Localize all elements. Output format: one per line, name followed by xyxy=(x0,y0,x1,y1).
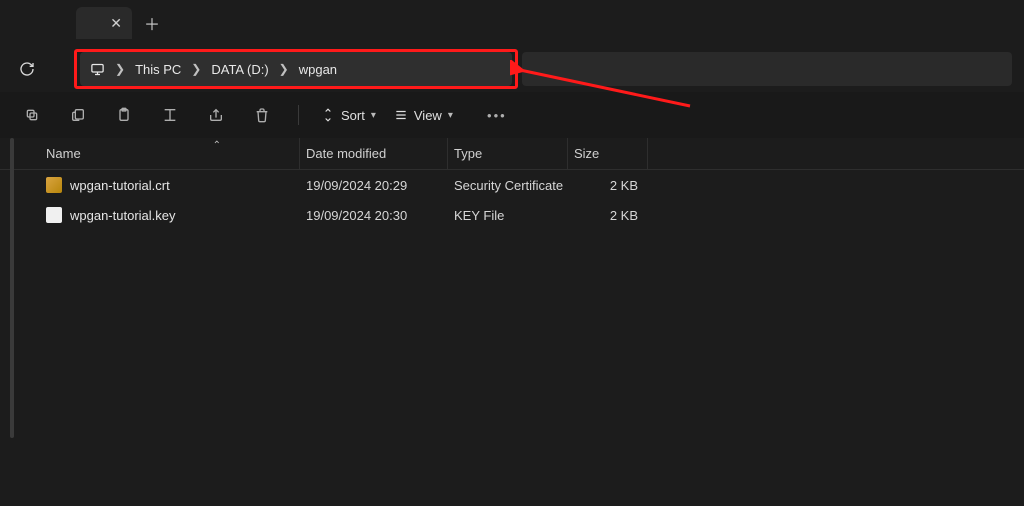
current-tab[interactable]: ✕ xyxy=(76,7,132,39)
file-size: 2 KB xyxy=(568,178,648,193)
share-icon xyxy=(208,107,224,123)
column-headers: Name ⌃ Date modified Type Size xyxy=(0,138,1024,170)
col-date[interactable]: Date modified xyxy=(300,138,448,169)
chevron-right-icon: ❯ xyxy=(191,62,201,76)
file-row[interactable]: wpgan-tutorial.key 19/09/2024 20:30 KEY … xyxy=(40,200,1024,230)
breadcrumb[interactable]: ❯ This PC ❯ DATA (D:) ❯ wpgan xyxy=(80,52,512,86)
close-icon[interactable]: ✕ xyxy=(110,15,122,32)
cut-button[interactable] xyxy=(18,101,46,129)
view-icon xyxy=(394,108,408,122)
file-size: 2 KB xyxy=(568,208,648,223)
sort-caret-icon: ⌃ xyxy=(213,140,221,151)
file-icon xyxy=(46,207,62,223)
col-date-label: Date modified xyxy=(306,146,386,161)
separator xyxy=(298,105,299,125)
breadcrumb-item-drive[interactable]: DATA (D:) xyxy=(211,62,268,77)
refresh-button[interactable] xyxy=(12,54,42,84)
trash-icon xyxy=(254,107,270,123)
file-row[interactable]: wpgan-tutorial.crt 19/09/2024 20:29 Secu… xyxy=(40,170,1024,200)
col-type[interactable]: Type xyxy=(448,138,568,169)
cut-icon xyxy=(24,107,40,123)
col-name-label: Name xyxy=(46,146,81,161)
col-size[interactable]: Size xyxy=(568,138,648,169)
more-button[interactable]: ••• xyxy=(483,101,511,129)
sort-icon xyxy=(321,108,335,122)
file-list: wpgan-tutorial.crt 19/09/2024 20:29 Secu… xyxy=(0,170,1024,230)
tab-bar: ✕ ＋ xyxy=(0,0,1024,46)
chevron-down-icon: ▾ xyxy=(371,110,376,121)
refresh-icon xyxy=(19,61,35,77)
left-scrollbar[interactable] xyxy=(10,138,14,438)
certificate-icon xyxy=(46,177,62,193)
col-name[interactable]: Name ⌃ xyxy=(40,138,300,169)
toolbar: Sort ▾ View ▾ ••• xyxy=(0,92,1024,138)
copy-icon xyxy=(70,107,86,123)
monitor-icon xyxy=(90,62,105,77)
view-label: View xyxy=(414,108,442,123)
col-size-label: Size xyxy=(574,146,599,161)
new-tab-button[interactable]: ＋ xyxy=(138,9,166,37)
file-name: wpgan-tutorial.key xyxy=(70,208,176,223)
chevron-right-icon: ❯ xyxy=(115,62,125,76)
sort-button[interactable]: Sort ▾ xyxy=(321,108,376,123)
address-row: ❯ This PC ❯ DATA (D:) ❯ wpgan xyxy=(0,46,1024,92)
paste-button[interactable] xyxy=(110,101,138,129)
delete-button[interactable] xyxy=(248,101,276,129)
copy-button[interactable] xyxy=(64,101,92,129)
more-icon: ••• xyxy=(487,108,507,123)
rename-icon xyxy=(162,107,178,123)
chevron-down-icon: ▾ xyxy=(448,110,453,121)
search-input[interactable] xyxy=(522,52,1012,86)
file-name: wpgan-tutorial.crt xyxy=(70,178,170,193)
paste-icon xyxy=(116,107,132,123)
sort-label: Sort xyxy=(341,108,365,123)
chevron-right-icon: ❯ xyxy=(279,62,289,76)
col-type-label: Type xyxy=(454,146,482,161)
rename-button[interactable] xyxy=(156,101,184,129)
file-type: KEY File xyxy=(448,208,568,223)
view-button[interactable]: View ▾ xyxy=(394,108,453,123)
file-date: 19/09/2024 20:29 xyxy=(300,178,448,193)
file-type: Security Certificate xyxy=(448,178,568,193)
breadcrumb-item-folder[interactable]: wpgan xyxy=(299,62,337,77)
share-button[interactable] xyxy=(202,101,230,129)
file-date: 19/09/2024 20:30 xyxy=(300,208,448,223)
breadcrumb-item-this-pc[interactable]: This PC xyxy=(135,62,181,77)
